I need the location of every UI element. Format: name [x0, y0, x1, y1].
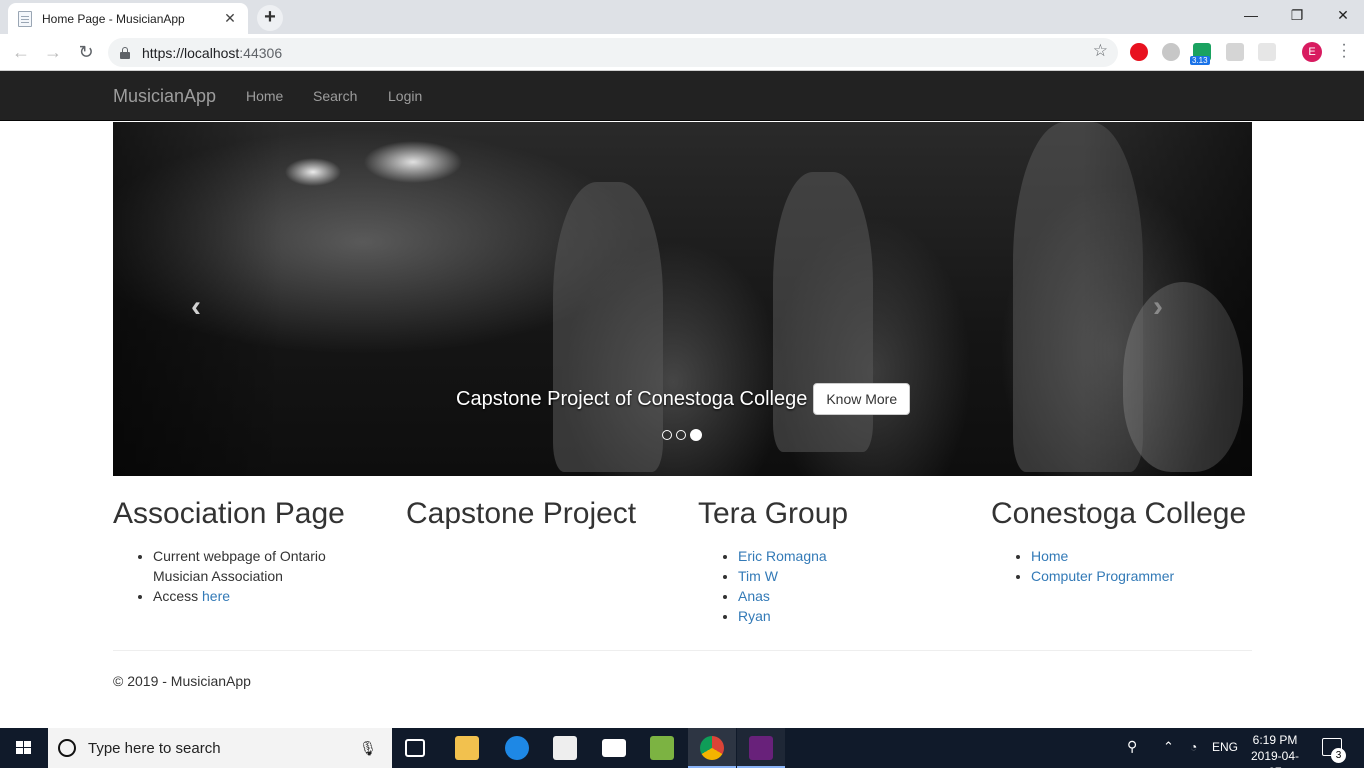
carousel-caption: Capstone Project of Conestoga College Kn…	[456, 383, 911, 415]
adblock-extension-icon[interactable]	[1130, 43, 1148, 61]
new-tab-button[interactable]: +	[257, 5, 283, 31]
forward-button[interactable]: →	[40, 40, 66, 66]
tera-group-heading: Tera Group	[698, 497, 849, 530]
tray-chevron-up-icon[interactable]: ⌃	[1163, 739, 1174, 755]
carousel-indicator-active[interactable]	[690, 429, 702, 441]
conestoga-home-link[interactable]: Home	[1031, 548, 1068, 564]
carousel-indicator[interactable]	[662, 430, 672, 440]
member-link-anas[interactable]: Anas	[738, 588, 770, 604]
access-prefix: Access	[153, 588, 203, 604]
list-item: Ryan	[738, 606, 978, 626]
carousel-next-control[interactable]	[1082, 122, 1252, 476]
association-here-link[interactable]: here	[202, 588, 230, 604]
taskbar-search-placeholder: Type here to search	[88, 739, 221, 757]
taskbar-search-box[interactable]: Type here to search 🎙	[48, 728, 392, 768]
list-item: Home	[1031, 546, 1271, 566]
windows-logo-icon	[16, 741, 32, 755]
bookmark-star-icon[interactable]: ☆	[1093, 41, 1108, 61]
reload-button[interactable]: ↻	[73, 40, 99, 66]
conestoga-column: Conestoga College Home Computer Programm…	[991, 496, 1271, 586]
member-link-ryan[interactable]: Ryan	[738, 608, 771, 624]
people-icon[interactable]: ⚲	[1127, 738, 1137, 755]
carousel-photo-figure	[553, 182, 663, 472]
task-view-icon[interactable]	[405, 739, 425, 757]
capstone-column: Capstone Project	[406, 496, 686, 546]
navbar-brand[interactable]: MusicianApp	[113, 86, 216, 107]
wifi-icon[interactable]: ◔	[1190, 740, 1197, 754]
list-item: Eric Romagna	[738, 546, 978, 566]
window-close-button[interactable]: ✕	[1320, 0, 1364, 30]
page-footer: © 2019 - MusicianApp	[113, 673, 251, 689]
carousel-caption-text: Capstone Project of Conestoga College	[456, 387, 808, 410]
tera-group-list: Eric Romagna Tim W Anas Ryan	[698, 546, 978, 626]
browser-toolbar: ← → ↻ https://localhost:44306 ☆ 3.13 E ·…	[0, 34, 1364, 71]
browser-tab-strip: Home Page - MusicianApp ✕ + — ❐ ✕	[0, 0, 1364, 34]
know-more-button[interactable]: Know More	[813, 383, 911, 415]
visual-studio-icon	[749, 736, 773, 760]
nav-link-home[interactable]: Home	[246, 88, 283, 104]
signal-extension-icon[interactable]	[1162, 43, 1180, 61]
association-description: Current webpage of Ontario Musician Asso…	[153, 548, 326, 584]
clock-time: 6:19 PM	[1252, 733, 1298, 747]
url-port: :44306	[239, 44, 283, 61]
windows-taskbar: Type here to search 🎙 ⚲ ⌃ ◔ ENG 6:19 PM …	[0, 728, 1364, 768]
cube-extension-icon[interactable]	[1226, 43, 1244, 61]
browser-tab-active[interactable]: Home Page - MusicianApp ✕	[8, 3, 248, 34]
footer-divider	[113, 650, 1252, 651]
carousel-indicators	[662, 429, 702, 441]
back-button[interactable]: ←	[8, 40, 34, 66]
language-indicator[interactable]: ENG	[1212, 740, 1238, 754]
cortana-icon	[58, 739, 76, 757]
tera-group-column: Tera Group Eric Romagna Tim W Anas Ryan	[698, 496, 978, 626]
profile-avatar[interactable]: E	[1302, 42, 1322, 62]
extension-badge: 3.13	[1190, 56, 1210, 65]
member-link-eric[interactable]: Eric Romagna	[738, 548, 827, 564]
list-item: Anas	[738, 586, 978, 606]
react-extension-icon[interactable]	[1258, 43, 1276, 61]
list-item: Current webpage of Ontario Musician Asso…	[153, 546, 373, 586]
start-button[interactable]	[0, 728, 48, 768]
list-item: Computer Programmer	[1031, 566, 1271, 586]
taskbar-clock[interactable]: 6:19 PM 2019-04-07	[1245, 732, 1305, 768]
nav-link-login[interactable]: Login	[388, 88, 422, 104]
chevron-left-icon[interactable]: ‹	[191, 290, 201, 324]
carousel-indicator[interactable]	[676, 430, 686, 440]
app-navbar: MusicianApp Home Search Login	[0, 71, 1364, 121]
address-bar[interactable]: https://localhost:44306 ☆	[108, 38, 1118, 67]
member-link-tim[interactable]: Tim W	[738, 568, 778, 584]
association-heading: Association Page	[113, 497, 345, 530]
task-app-icon[interactable]	[650, 736, 674, 760]
conestoga-list: Home Computer Programmer	[991, 546, 1271, 586]
window-restore-button[interactable]: ❐	[1274, 0, 1320, 30]
microphone-icon[interactable]: 🎙	[356, 740, 380, 757]
notification-count-badge: 3	[1331, 748, 1346, 763]
association-list: Current webpage of Ontario Musician Asso…	[113, 546, 393, 606]
chevron-right-icon[interactable]: ›	[1153, 290, 1163, 324]
mail-icon[interactable]	[602, 739, 626, 757]
edge-browser-icon[interactable]	[505, 736, 529, 760]
browser-menu-icon[interactable]: · · ·	[1338, 37, 1350, 65]
lock-icon	[120, 46, 130, 59]
window-minimize-button[interactable]: —	[1228, 0, 1274, 30]
list-item: Tim W	[738, 566, 978, 586]
nav-link-search[interactable]: Search	[313, 88, 357, 104]
file-explorer-icon[interactable]	[455, 736, 479, 760]
association-column: Association Page Current webpage of Onta…	[113, 496, 393, 606]
tab-title: Home Page - MusicianApp	[42, 11, 185, 26]
tab-close-icon[interactable]: ✕	[222, 10, 238, 27]
clock-date: 2019-04-07	[1250, 749, 1300, 768]
hero-carousel: ‹ › Capstone Project of Conestoga Colleg…	[113, 122, 1252, 476]
page-favicon-icon	[18, 10, 32, 27]
store-icon[interactable]	[553, 736, 577, 760]
capstone-heading: Capstone Project	[406, 497, 637, 530]
computer-programmer-link[interactable]: Computer Programmer	[1031, 568, 1174, 584]
list-item: Access here	[153, 586, 393, 606]
chrome-icon	[700, 736, 724, 760]
conestoga-heading: Conestoga College	[991, 497, 1247, 530]
address-url: https://localhost:44306	[142, 45, 282, 61]
url-host: https://localhost	[142, 44, 240, 61]
